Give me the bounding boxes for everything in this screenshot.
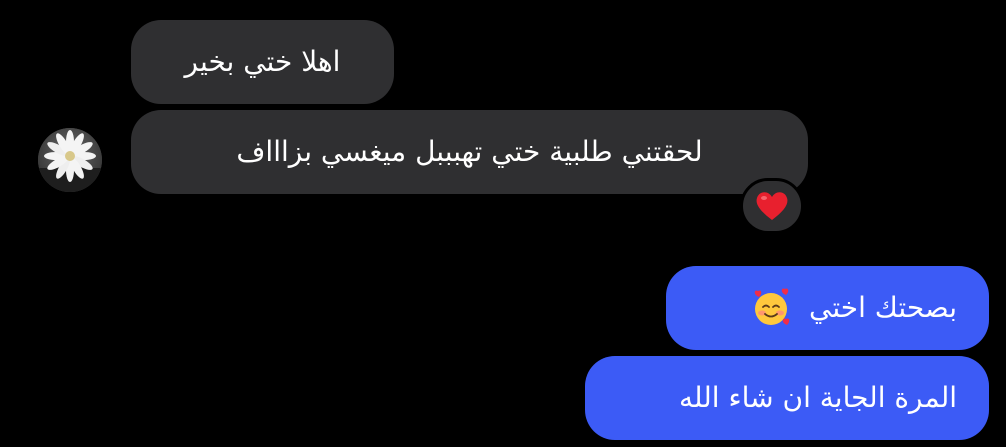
contact-avatar[interactable] [38,128,102,192]
daisy-flower-avatar-icon [38,128,102,192]
message-reaction[interactable] [740,178,804,234]
red-heart-icon [756,192,788,220]
message-text: بصحتك اختي [809,291,957,324]
message-text: المرة الجاية ان شاء الله [678,381,957,414]
message-text: لحقتني طلبية ختي تهبببل ميغسي بزاااف [236,135,703,168]
incoming-message-bubble[interactable]: لحقتني طلبية ختي تهبببل ميغسي بزاااف [131,110,808,194]
smiling-face-with-hearts-icon [754,288,790,325]
outgoing-message-bubble[interactable]: المرة الجاية ان شاء الله [585,356,989,440]
incoming-message-bubble[interactable]: اهلا ختي بخير [131,20,394,104]
message-text: اهلا ختي بخير [184,45,341,78]
outgoing-message-bubble[interactable]: بصحتك اختي [666,266,989,350]
